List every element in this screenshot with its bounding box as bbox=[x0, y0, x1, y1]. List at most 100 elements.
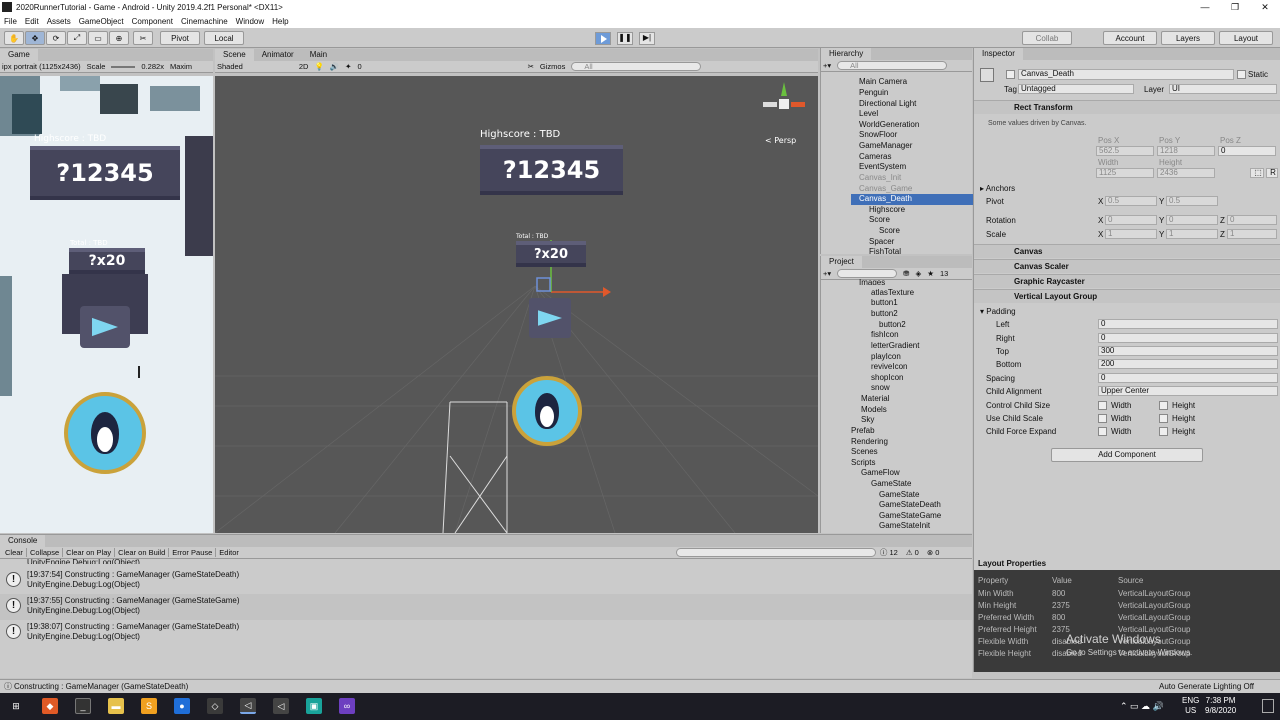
custom-tool-icon[interactable]: ✂ bbox=[133, 31, 153, 45]
log-count[interactable]: ⓘ 12 bbox=[876, 547, 902, 558]
scale-slider[interactable] bbox=[111, 65, 136, 68]
script-item[interactable]: GameStateInit bbox=[879, 521, 930, 532]
unity-icon[interactable]: ◁ bbox=[240, 698, 256, 714]
graphic-raycaster-header[interactable]: Graphic Raycaster bbox=[974, 274, 1280, 288]
asset-item[interactable]: button2 bbox=[879, 320, 906, 331]
layer-dropdown[interactable]: UI bbox=[1169, 84, 1277, 94]
expand-width-checkbox[interactable] bbox=[1098, 427, 1107, 436]
scene-view[interactable]: < Persp Highscore : TBD ?12345 Total : T… bbox=[215, 76, 818, 533]
lighting-icon[interactable]: 💡 bbox=[314, 62, 323, 71]
hierarchy-item[interactable]: Penguin bbox=[859, 88, 888, 99]
terminal-icon[interactable]: _ bbox=[75, 698, 91, 714]
rect-transform-header[interactable]: Rect Transform bbox=[974, 100, 1280, 114]
pivot-x-field[interactable]: 0.5 bbox=[1105, 196, 1157, 206]
warning-count[interactable]: ⚠ 0 bbox=[902, 548, 923, 557]
hierarchy-item[interactable]: Canvas_Game bbox=[859, 184, 912, 195]
script-item[interactable]: GameStateDeath bbox=[879, 500, 941, 511]
gizmos-dropdown[interactable]: Gizmos bbox=[540, 62, 565, 71]
scale-z-field[interactable]: 1 bbox=[1227, 229, 1277, 239]
hand-tool-icon[interactable]: ✋ bbox=[4, 31, 24, 45]
hierarchy-item[interactable]: Directional Light bbox=[859, 99, 916, 110]
project-search-input[interactable] bbox=[837, 269, 898, 278]
log-entry[interactable]: ! [19:37:54] Constructing : GameManager … bbox=[0, 568, 972, 594]
account-dropdown[interactable]: Account bbox=[1103, 31, 1157, 45]
scale-width-checkbox[interactable] bbox=[1098, 414, 1107, 423]
console-search-input[interactable] bbox=[675, 548, 876, 557]
control-width-checkbox[interactable] bbox=[1098, 401, 1107, 410]
shading-dropdown[interactable]: Shaded bbox=[217, 62, 243, 71]
windows-start-icon[interactable]: ⊞ bbox=[8, 698, 24, 714]
tab-console[interactable]: Console bbox=[0, 535, 46, 547]
asset-item[interactable]: snow bbox=[871, 383, 890, 394]
hierarchy-item[interactable]: Score bbox=[879, 226, 900, 237]
asset-item[interactable]: atlasTexture bbox=[871, 288, 914, 299]
folder-item[interactable]: GameFlow bbox=[861, 468, 900, 479]
control-height-checkbox[interactable] bbox=[1159, 401, 1168, 410]
folder-item[interactable]: Material bbox=[861, 394, 889, 405]
add-component-button[interactable]: Add Component bbox=[1051, 448, 1203, 462]
game-view[interactable]: Highscore : TBD ?12345 Total : TBD ?x20 bbox=[0, 76, 213, 533]
resolution-dropdown[interactable]: ipx portrait (1125x2436) bbox=[2, 62, 81, 71]
blueprint-button[interactable]: ⬚ bbox=[1250, 168, 1264, 178]
canvas-component-header[interactable]: Canvas bbox=[974, 244, 1280, 258]
label-icon[interactable]: ◈ bbox=[915, 269, 921, 278]
pause-button[interactable]: ❚❚ bbox=[617, 32, 633, 45]
padding-right-field[interactable]: 0 bbox=[1098, 333, 1278, 343]
canvas-scaler-header[interactable]: Canvas Scaler bbox=[974, 259, 1280, 273]
log-entry[interactable]: ! [19:38:07] Constructing : GameManager … bbox=[0, 620, 972, 646]
pivot-y-field[interactable]: 0.5 bbox=[1166, 196, 1218, 206]
scene-revive-button[interactable] bbox=[529, 298, 571, 338]
app-icon[interactable]: ▣ bbox=[306, 698, 322, 714]
asset-item[interactable]: letterGradient bbox=[871, 341, 919, 352]
pos-y-field[interactable]: 1218 bbox=[1157, 146, 1215, 156]
menu-file[interactable]: File bbox=[0, 17, 21, 26]
scale-x-field[interactable]: 1 bbox=[1105, 229, 1157, 239]
menu-assets[interactable]: Assets bbox=[43, 17, 75, 26]
rect-tool-icon[interactable]: ▭ bbox=[88, 31, 108, 45]
asset-item[interactable]: shopIcon bbox=[871, 373, 903, 384]
hierarchy-item[interactable]: Spacer bbox=[869, 237, 894, 248]
scale-y-field[interactable]: 1 bbox=[1166, 229, 1218, 239]
revive-button[interactable] bbox=[80, 306, 130, 348]
active-checkbox[interactable] bbox=[1006, 70, 1015, 79]
filter-icon[interactable]: ⛃ bbox=[903, 269, 909, 278]
scale-height-checkbox[interactable] bbox=[1159, 414, 1168, 423]
hierarchy-item[interactable]: GameManager bbox=[859, 141, 912, 152]
y-axis-icon[interactable] bbox=[781, 82, 787, 96]
hierarchy-item[interactable]: EventSystem bbox=[859, 162, 906, 173]
vertical-layout-group-header[interactable]: Vertical Layout Group bbox=[974, 289, 1280, 303]
layout-dropdown[interactable]: Layout bbox=[1219, 31, 1273, 45]
git-icon[interactable]: ◇ bbox=[207, 698, 223, 714]
anchors-foldout[interactable]: ▸ Anchors bbox=[980, 184, 1015, 193]
error-pause-toggle[interactable]: Error Pause bbox=[169, 548, 217, 557]
tab-project[interactable]: Project bbox=[821, 256, 862, 268]
asset-item[interactable]: fishIcon bbox=[871, 330, 899, 341]
asset-item[interactable]: button2 bbox=[871, 309, 898, 320]
child-alignment-dropdown[interactable]: Upper Center bbox=[1098, 386, 1278, 396]
audio-icon[interactable]: 🔊 bbox=[330, 62, 339, 71]
script-item[interactable]: GameState bbox=[879, 490, 919, 501]
padding-top-field[interactable]: 300 bbox=[1098, 346, 1278, 356]
file-explorer-icon[interactable]: ▬ bbox=[108, 698, 124, 714]
menu-component[interactable]: Component bbox=[128, 17, 177, 26]
pivot-toggle[interactable]: Pivot bbox=[160, 31, 200, 45]
maps-icon[interactable]: ● bbox=[174, 698, 190, 714]
hierarchy-item[interactable]: WorldGeneration bbox=[859, 120, 919, 131]
folder-item[interactable]: Scenes bbox=[851, 447, 878, 458]
collapse-toggle[interactable]: Collapse bbox=[27, 548, 64, 557]
scene-gizmo[interactable]: < Persp bbox=[755, 82, 811, 145]
error-count[interactable]: ⊗ 0 bbox=[923, 548, 944, 557]
move-tool-icon[interactable]: ✥ bbox=[25, 31, 45, 45]
asset-item[interactable]: reviveIcon bbox=[871, 362, 907, 373]
pos-x-field[interactable]: 562.5 bbox=[1096, 146, 1154, 156]
step-button[interactable]: ▶| bbox=[639, 32, 655, 45]
rot-y-field[interactable]: 0 bbox=[1166, 215, 1218, 225]
x-axis-icon[interactable] bbox=[763, 102, 777, 107]
tab-scene[interactable]: Scene bbox=[215, 49, 254, 61]
tools-icon[interactable]: ✂ bbox=[528, 62, 534, 71]
hierarchy-item[interactable]: Canvas_Init bbox=[859, 173, 901, 184]
expand-height-checkbox[interactable] bbox=[1159, 427, 1168, 436]
padding-left-field[interactable]: 0 bbox=[1098, 319, 1278, 329]
hierarchy-item[interactable]: SnowFloor bbox=[859, 130, 897, 141]
scale-tool-icon[interactable]: ⤢ bbox=[67, 31, 87, 45]
